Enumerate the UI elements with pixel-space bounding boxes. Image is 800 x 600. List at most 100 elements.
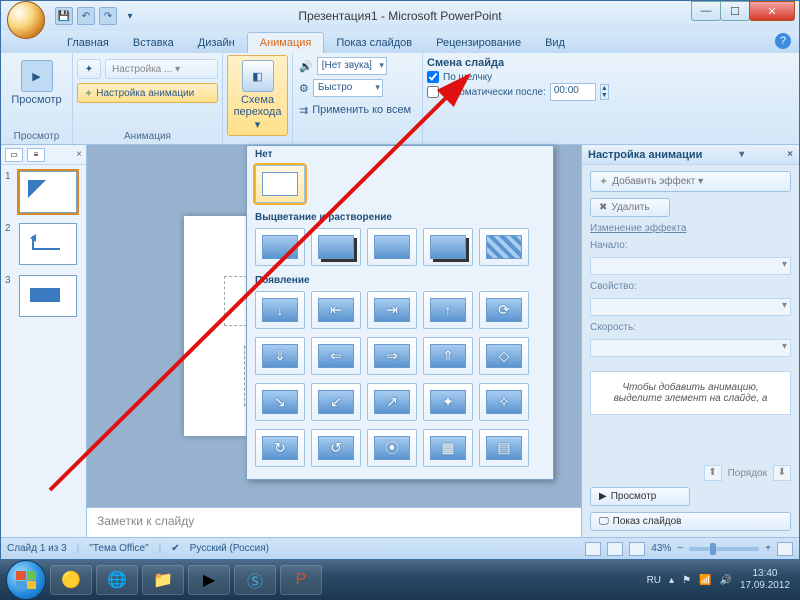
taskpane-menu-icon[interactable]: ▾ — [739, 149, 744, 160]
custom-animation-button[interactable]: ✦ Настройка анимации — [77, 83, 218, 103]
qat-redo[interactable]: ↷ — [99, 7, 117, 25]
start-select[interactable] — [590, 257, 791, 275]
tray-lang[interactable]: RU — [647, 575, 661, 586]
tray-volume-icon[interactable]: 🔊 — [719, 575, 731, 586]
animate-icon-button[interactable]: ✦ — [77, 59, 101, 79]
transition-item[interactable]: ⇒ — [367, 337, 417, 375]
apply-all-button[interactable]: Применить ко всем — [312, 104, 411, 116]
spellcheck-icon[interactable]: ✔ — [171, 543, 179, 554]
view-slideshow-button[interactable] — [629, 542, 645, 556]
property-select[interactable] — [590, 298, 791, 316]
view-normal-button[interactable] — [585, 542, 601, 556]
pane-close[interactable]: × — [76, 149, 82, 160]
zoom-in-button[interactable]: + — [765, 543, 771, 554]
status-lang[interactable]: Русский (Россия) — [190, 543, 269, 554]
thumb-row[interactable]: 1 — [5, 171, 82, 213]
taskbar-skype[interactable]: Ⓢ — [234, 565, 276, 595]
time-spinner[interactable]: ▲▼ — [600, 84, 609, 100]
tray-network-icon[interactable]: 📶 — [699, 575, 711, 586]
tab-slideshow[interactable]: Показ слайдов — [324, 33, 424, 53]
transition-item[interactable]: ↘ — [255, 383, 305, 421]
close-button[interactable]: ✕ — [749, 1, 795, 21]
thumb-row[interactable]: 2 — [5, 223, 82, 265]
office-button[interactable] — [7, 1, 45, 39]
transition-none[interactable] — [255, 165, 305, 203]
tab-home[interactable]: Главная — [55, 33, 121, 53]
transition-item[interactable]: ⦿ — [367, 429, 417, 467]
thumb-2[interactable] — [19, 223, 77, 265]
transition-item[interactable] — [367, 228, 417, 266]
transition-item[interactable]: ⇤ — [311, 291, 361, 329]
qat-more[interactable]: ▾ — [121, 7, 139, 25]
tray-flag-icon[interactable]: ⚑ — [682, 575, 691, 586]
order-down-button[interactable]: ⬇ — [773, 465, 791, 481]
notes-pane[interactable]: Заметки к слайду — [87, 507, 581, 537]
transition-item[interactable] — [423, 228, 473, 266]
transition-item[interactable]: ⇓ — [255, 337, 305, 375]
tab-view[interactable]: Вид — [533, 33, 577, 53]
zoom-slider[interactable] — [689, 547, 759, 551]
transition-item[interactable]: ↗ — [367, 383, 417, 421]
transition-item[interactable]: ⇥ — [367, 291, 417, 329]
transition-item[interactable]: ✦ — [423, 383, 473, 421]
auto-time-input[interactable]: 00:00 — [550, 83, 596, 101]
transition-item[interactable]: ⇐ — [311, 337, 361, 375]
tab-insert[interactable]: Вставка — [121, 33, 186, 53]
transition-item[interactable]: ▦ — [423, 429, 473, 467]
qat-undo[interactable]: ↶ — [77, 7, 95, 25]
transition-item[interactable]: ↑ — [423, 291, 473, 329]
thumb-row[interactable]: 3 — [5, 275, 82, 317]
transition-item[interactable]: ⇑ — [423, 337, 473, 375]
maximize-button[interactable]: ☐ — [720, 1, 750, 21]
taskpane-slideshow-button[interactable]: 🖵 Показ слайдов — [590, 512, 791, 531]
taskbar-mediaplayer[interactable]: ▶ — [188, 565, 230, 595]
tab-review[interactable]: Рецензирование — [424, 33, 533, 53]
transition-scheme-button[interactable]: ◧ Схема перехода ▾ — [227, 55, 288, 136]
add-effect-button[interactable]: ✦ Добавить эффект ▾ — [590, 171, 791, 192]
advance-auto-checkbox[interactable]: Автоматически после: 00:00 ▲▼ — [427, 83, 795, 101]
zoom-out-button[interactable]: − — [677, 543, 683, 554]
transition-item[interactable]: ↓ — [255, 291, 305, 329]
preview-button[interactable]: ▶ Просмотр — [5, 55, 68, 111]
transition-item[interactable] — [479, 228, 529, 266]
transition-item[interactable] — [311, 228, 361, 266]
on-click-input[interactable] — [427, 71, 439, 83]
fit-button[interactable] — [777, 542, 793, 556]
delete-effect-button[interactable]: ✖ Удалить — [590, 198, 670, 217]
taskpane-close-icon[interactable]: × — [787, 149, 793, 160]
pane-tab-outline[interactable]: ≡ — [27, 148, 45, 162]
taskpane-preview-button[interactable]: ▶ Просмотр — [590, 487, 690, 506]
taskbar-ie[interactable]: 🌐 — [96, 565, 138, 595]
qat-save[interactable]: 💾 — [55, 7, 73, 25]
taskbar-chrome[interactable]: 🟡 — [50, 565, 92, 595]
transition-speed-dropdown[interactable]: Быстро — [313, 79, 383, 97]
transition-item[interactable]: ↙ — [311, 383, 361, 421]
thumb-3[interactable] — [19, 275, 77, 317]
advance-on-click-checkbox[interactable]: По щелчку — [427, 71, 795, 83]
order-up-button[interactable]: ⬆ — [704, 465, 722, 481]
help-icon[interactable]: ? — [775, 33, 791, 49]
transition-item[interactable]: ⟳ — [479, 291, 529, 329]
tray-clock[interactable]: 13:40 17.09.2012 — [740, 568, 790, 592]
start-button[interactable] — [6, 560, 46, 600]
minimize-button[interactable]: — — [691, 1, 721, 21]
tab-animation[interactable]: Анимация — [247, 32, 325, 53]
pane-tab-slides[interactable]: ▭ — [5, 148, 23, 162]
transition-item[interactable]: ✧ — [479, 383, 529, 421]
transition-item[interactable]: ↻ — [255, 429, 305, 467]
animate-dropdown[interactable]: Настройка ... ▾ — [105, 59, 218, 79]
transition-item[interactable] — [255, 228, 305, 266]
taskbar-powerpoint[interactable]: P — [280, 565, 322, 595]
zoom-value[interactable]: 43% — [651, 543, 671, 554]
transition-item[interactable]: ↺ — [311, 429, 361, 467]
speed-select[interactable] — [590, 339, 791, 357]
view-sorter-button[interactable] — [607, 542, 623, 556]
transition-sound-dropdown[interactable]: [Нет звука] — [317, 57, 387, 75]
thumb-1[interactable] — [19, 171, 77, 213]
taskbar-explorer[interactable]: 📁 — [142, 565, 184, 595]
tray-up-icon[interactable]: ▴ — [669, 575, 674, 586]
transition-item[interactable]: ◇ — [479, 337, 529, 375]
transition-item[interactable]: ▤ — [479, 429, 529, 467]
tab-design[interactable]: Дизайн — [186, 33, 247, 53]
auto-input[interactable] — [427, 86, 439, 98]
